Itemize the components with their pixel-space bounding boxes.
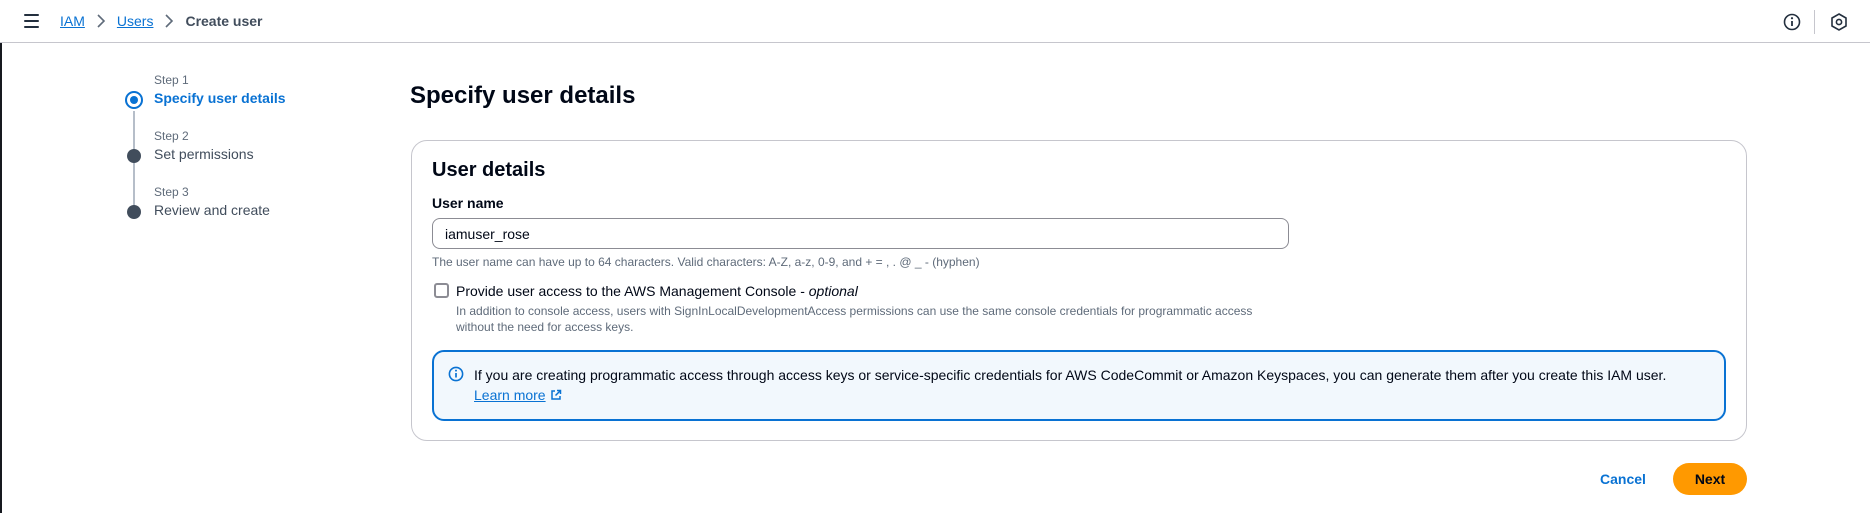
info-alert: If you are creating programmatic access … <box>432 350 1726 421</box>
username-label: User name <box>432 195 504 211</box>
step-inactive-indicator-icon <box>127 149 141 163</box>
breadcrumb-users[interactable]: Users <box>117 13 154 29</box>
toolbar-divider <box>1814 10 1815 34</box>
console-access-label[interactable]: Provide user access to the AWS Managemen… <box>456 283 858 299</box>
step-3-label: Step 3 <box>154 185 189 199</box>
next-button[interactable]: Next <box>1673 463 1747 495</box>
chevron-right-icon <box>96 14 106 28</box>
chevron-right-icon <box>164 14 174 28</box>
page-title: Specify user details <box>410 82 636 109</box>
learn-more-label: Learn more <box>474 387 546 403</box>
settings-hexagon-icon[interactable] <box>1830 13 1848 31</box>
step-1-label: Step 1 <box>154 73 189 87</box>
alert-message: If you are creating programmatic access … <box>474 365 1704 405</box>
step-connector <box>133 111 135 219</box>
alert-text: If you are creating programmatic access … <box>474 367 1667 383</box>
step-3-title: Review and create <box>154 202 270 218</box>
console-access-checkbox[interactable] <box>434 283 449 298</box>
console-access-description: In addition to console access, users wit… <box>456 304 1253 334</box>
breadcrumb-iam[interactable]: IAM <box>60 13 85 29</box>
external-link-icon <box>550 389 561 400</box>
optional-tag: optional <box>808 283 858 299</box>
hamburger-menu-icon[interactable] <box>24 14 42 28</box>
username-input[interactable] <box>432 218 1289 249</box>
breadcrumb-current: Create user <box>185 13 263 29</box>
breadcrumb: IAM Users Create user <box>60 13 263 29</box>
step-1-title[interactable]: Specify user details <box>154 88 286 108</box>
step-active-indicator-icon <box>125 91 143 109</box>
info-circle-icon[interactable] <box>1783 13 1801 31</box>
user-details-container: User details User name The user name can… <box>411 140 1747 441</box>
cancel-button[interactable]: Cancel <box>1590 463 1656 495</box>
step-2-title: Set permissions <box>154 146 254 162</box>
info-circle-icon <box>448 366 464 382</box>
top-navigation-bar: IAM Users Create user <box>0 0 1870 43</box>
step-inactive-indicator-icon <box>127 205 141 219</box>
step-2-label: Step 2 <box>154 129 189 143</box>
username-constraint-text: The user name can have up to 64 characte… <box>432 255 980 269</box>
learn-more-link[interactable]: Learn more <box>474 385 562 405</box>
console-access-label-text: Provide user access to the AWS Managemen… <box>456 283 809 299</box>
container-title: User details <box>432 159 546 181</box>
